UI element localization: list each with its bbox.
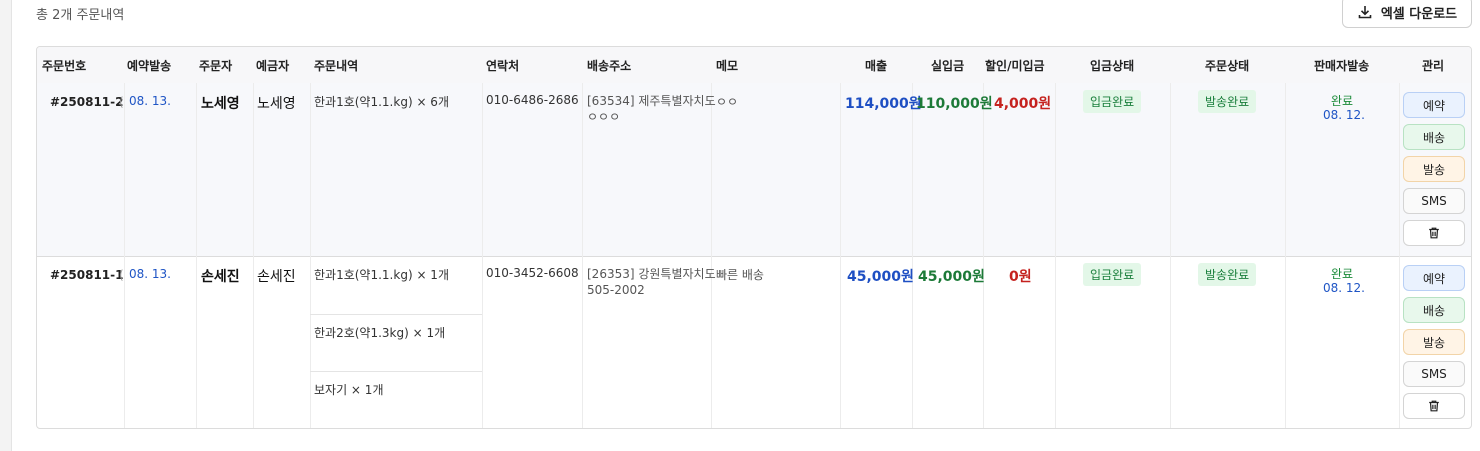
col-contact[interactable]: 연락처: [486, 57, 519, 74]
memo-text: 빠른 배송: [716, 268, 764, 282]
send-button[interactable]: 발송: [1403, 329, 1465, 355]
column-divider: [1055, 83, 1056, 428]
column-divider: [1170, 83, 1171, 428]
ship-button[interactable]: 배송: [1403, 124, 1465, 150]
payment-status-badge: 입금완료: [1083, 90, 1142, 113]
seller-ship-status: 완료: [1331, 94, 1354, 108]
truncated-text: (: [119, 268, 124, 282]
contact-phone: 010-6486-2686: [486, 93, 579, 107]
paid-amount: 45,000원: [918, 269, 985, 285]
col-depositor[interactable]: 예금자: [256, 57, 289, 74]
seller-ship-status: 완료: [1331, 267, 1354, 281]
left-sidebar-edge: [0, 0, 12, 451]
reserved-ship-date: 08. 13.: [129, 267, 171, 281]
order-count-summary: 총 2개 주문내역: [36, 8, 125, 23]
reserve-button[interactable]: 예약: [1403, 92, 1465, 118]
seller-ship-date: 08. 12.: [1323, 108, 1365, 122]
col-order-no[interactable]: 주문번호: [42, 57, 86, 74]
contact-phone: 010-3452-6608: [486, 266, 579, 280]
depositor-name: 노세영: [257, 96, 296, 112]
column-divider: [482, 83, 483, 428]
col-seller-ship[interactable]: 판매자발송: [1314, 57, 1369, 74]
sales-amount: 45,000원: [847, 269, 914, 285]
delete-button[interactable]: [1403, 220, 1465, 246]
memo-text: ㅇㅇ: [716, 95, 739, 109]
truncated-text: (: [119, 95, 124, 109]
sms-button[interactable]: SMS: [1403, 361, 1465, 387]
col-address[interactable]: 배송주소: [587, 57, 631, 74]
column-divider: [912, 83, 913, 428]
download-icon: [1358, 6, 1372, 19]
discount-amount: 4,000원: [994, 96, 1052, 112]
col-reserved-ship[interactable]: 예약발송: [127, 57, 171, 74]
order-item: 한과1호(약1.1.kg) × 6개: [314, 95, 449, 109]
column-divider: [253, 83, 254, 428]
excel-download-button[interactable]: 엑셀 다운로드: [1342, 0, 1472, 28]
column-divider: [124, 83, 125, 428]
col-manage: 관리: [1422, 59, 1445, 73]
sms-button[interactable]: SMS: [1403, 188, 1465, 214]
orders-table: 주문번호 예약발송 주문자 예금자 주문내역 연락처 배송주소 메모 매출 실입…: [36, 46, 1472, 429]
address-line: [63534] 제주특별자치도: [587, 94, 716, 108]
trash-icon: [1429, 400, 1439, 412]
item-divider: [310, 314, 482, 315]
col-payment-status[interactable]: 입금상태: [1090, 57, 1134, 74]
reserved-ship-date: 08. 13.: [129, 94, 171, 108]
depositor-name: 손세진: [257, 269, 296, 285]
column-divider: [310, 83, 311, 428]
item-divider: [310, 371, 482, 372]
reserve-button[interactable]: 예약: [1403, 265, 1465, 291]
order-status-badge: 발송완료: [1198, 90, 1257, 113]
order-status-badge: 발송완료: [1198, 263, 1257, 286]
delete-button[interactable]: [1403, 393, 1465, 419]
address-detail: 505-2002: [587, 283, 645, 297]
col-items[interactable]: 주문내역: [314, 57, 358, 74]
discount-amount: 0원: [1009, 269, 1032, 285]
col-paid[interactable]: 실입금: [931, 57, 964, 74]
column-divider: [840, 83, 841, 428]
paid-amount: 110,000원: [916, 96, 993, 112]
column-divider: [196, 83, 197, 428]
col-orderer[interactable]: 주문자: [199, 57, 232, 74]
ship-button[interactable]: 배송: [1403, 297, 1465, 323]
trash-icon: [1429, 227, 1439, 239]
order-item: 한과1호(약1.1.kg) × 1개: [314, 268, 449, 282]
col-discount[interactable]: 할인/미입금: [985, 57, 1045, 74]
order-item: 보자기 × 1개: [314, 383, 384, 397]
orderer-name: 노세영: [201, 96, 240, 112]
address-detail: ㅇㅇㅇ: [587, 110, 621, 124]
order-item: 한과2호(약1.3kg) × 1개: [314, 326, 446, 340]
col-sales[interactable]: 매출: [865, 57, 887, 74]
address-line: [26353] 강원특별자치도: [587, 267, 716, 281]
col-memo[interactable]: 메모: [716, 57, 738, 74]
column-divider: [1399, 83, 1400, 428]
payment-status-badge: 입금완료: [1083, 263, 1142, 286]
column-divider: [983, 83, 984, 428]
col-order-status[interactable]: 주문상태: [1205, 57, 1249, 74]
column-divider: [711, 83, 712, 428]
order-number[interactable]: #250811-2: [50, 95, 123, 109]
excel-download-label: 엑셀 다운로드: [1380, 6, 1458, 22]
send-button[interactable]: 발송: [1403, 156, 1465, 182]
orderer-name: 손세진: [201, 269, 240, 285]
column-divider: [582, 83, 583, 428]
table-header: 주문번호 예약발송 주문자 예금자 주문내역 연락처 배송주소 메모 매출 실입…: [37, 47, 1471, 84]
sales-amount: 114,000원: [845, 96, 922, 112]
column-divider: [1285, 83, 1286, 428]
seller-ship-date: 08. 12.: [1323, 281, 1365, 295]
order-number[interactable]: #250811-1: [50, 268, 123, 282]
